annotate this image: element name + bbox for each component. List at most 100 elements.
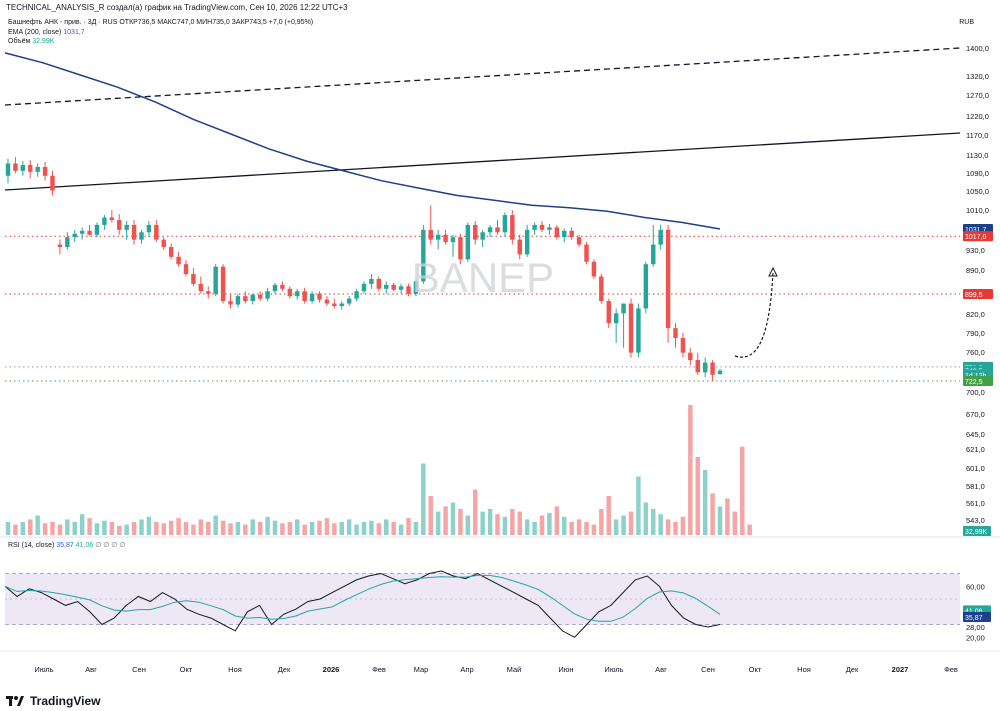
candle-body (168, 247, 174, 257)
volume-bar (272, 520, 278, 535)
volume-bar (109, 522, 115, 535)
volume-bar (87, 518, 92, 535)
volume-bar (176, 518, 181, 535)
volume-bar (473, 489, 478, 535)
volume-bar (510, 509, 515, 535)
candle-body (591, 261, 597, 277)
rsi-axis-label: 28,00 (966, 623, 985, 632)
tradingview-logo-text: TradingView (30, 694, 101, 708)
volume-bar (465, 515, 471, 535)
volume-bar (332, 523, 337, 535)
trend-lines-layer (4, 47, 961, 382)
tradingview-logo[interactable]: TradingView (6, 694, 100, 708)
volume-bar (688, 405, 693, 535)
price-tags-layer: 32,99K1031,71017,0899,5751,0743,51d 12h7… (963, 223, 993, 623)
candle-body (176, 256, 181, 265)
volume-bar (243, 524, 248, 535)
volume-bar (13, 524, 18, 535)
volume-bar (398, 524, 404, 535)
candle-body (198, 283, 204, 292)
volume-bar (235, 522, 241, 535)
volume-bar (317, 520, 322, 535)
time-axis-layer: Июль Авг Сен Окт Ноя Дек 2026 Фев Мар Апр Май Июн Ию… (34, 665, 958, 674)
time-axis-label: Ноя (797, 665, 811, 674)
candle-body (272, 284, 278, 292)
candle-body (584, 244, 589, 262)
volume-bar (524, 519, 530, 535)
candle-body (369, 278, 374, 284)
time-axis-label: 2027 (892, 665, 909, 674)
candle-body (391, 284, 396, 290)
volume-bar (576, 519, 582, 535)
solid-trendline (4, 132, 961, 191)
time-axis-label: Июль (604, 665, 623, 674)
candle-body (5, 163, 11, 176)
candle-body (213, 266, 218, 294)
price-axis-label: 1050,0 (966, 187, 989, 196)
candle-body (324, 299, 330, 304)
ema-layer (4, 52, 721, 230)
candle-body (658, 229, 663, 245)
price-axis-label: 890,0 (966, 266, 985, 275)
price-axis-label: 1010,0 (966, 206, 989, 215)
chart-canvas[interactable]: BANEP 1400,0 1320,0 1270,0 1220,0 1170,0 1130… (0, 0, 1000, 711)
price-tag-text: 899,5 (965, 292, 983, 299)
volume-bar (665, 519, 671, 535)
candle-body (79, 230, 85, 234)
volume-bar (5, 522, 11, 535)
volume-bar (547, 512, 552, 535)
candle-body (72, 233, 77, 238)
volume-bar (42, 523, 48, 535)
volume-bar (658, 514, 663, 535)
volume-bar (732, 511, 738, 535)
volume-bar (257, 522, 263, 535)
candle-body (695, 360, 700, 373)
time-axis-label: Авг (85, 665, 97, 674)
candle-body (576, 237, 582, 245)
volume-bar (406, 518, 411, 535)
candle-body (117, 220, 122, 230)
time-axis-label: Апр (460, 665, 473, 674)
candle-body (450, 237, 456, 243)
candle-body (688, 352, 693, 361)
watermark-layer: BANEP (412, 254, 554, 301)
volume-bar (50, 522, 55, 535)
candle-body (287, 288, 293, 297)
candle-body (309, 293, 315, 302)
time-axis-label: Июн (558, 665, 573, 674)
candle-body (257, 294, 263, 299)
rsi-axis-label: 60,00 (966, 582, 985, 591)
candle-body (665, 229, 671, 329)
volume-bar (354, 524, 359, 535)
volume-bar (191, 524, 196, 535)
price-axis-label: 621,0 (966, 445, 985, 454)
candle-body (131, 224, 137, 240)
candle-body (473, 224, 478, 240)
price-axis-label: 1270,0 (966, 91, 989, 100)
candle-body (243, 296, 248, 302)
volume-bar (562, 516, 567, 535)
time-axis-label: Мар (414, 665, 429, 674)
price-axis-label: 1090,0 (966, 169, 989, 178)
volume-bar (79, 514, 85, 535)
candle-body (673, 328, 678, 338)
price-axis-layer: 1400,0 1320,0 1270,0 1220,0 1170,0 1130,0 1090… (966, 44, 989, 642)
time-axis-label: Ноя (228, 665, 242, 674)
candle-body (220, 266, 226, 302)
volume-bar (428, 496, 433, 535)
volume-bar (280, 523, 285, 535)
candle-body (651, 244, 656, 265)
time-axis-label: Сен (701, 665, 715, 674)
volume-bar (450, 502, 456, 535)
volume-bar (599, 509, 604, 535)
volume-bar (161, 523, 166, 535)
candle-body (228, 301, 233, 305)
candle-body (428, 229, 433, 240)
rsi-tag-text: 35,87 (965, 615, 983, 622)
volume-bar (376, 523, 382, 535)
candle-body (406, 286, 411, 294)
volume-bar (117, 525, 122, 535)
price-axis-label: 1320,0 (966, 72, 989, 81)
volume-bar (146, 516, 152, 535)
candle-body (554, 227, 560, 238)
